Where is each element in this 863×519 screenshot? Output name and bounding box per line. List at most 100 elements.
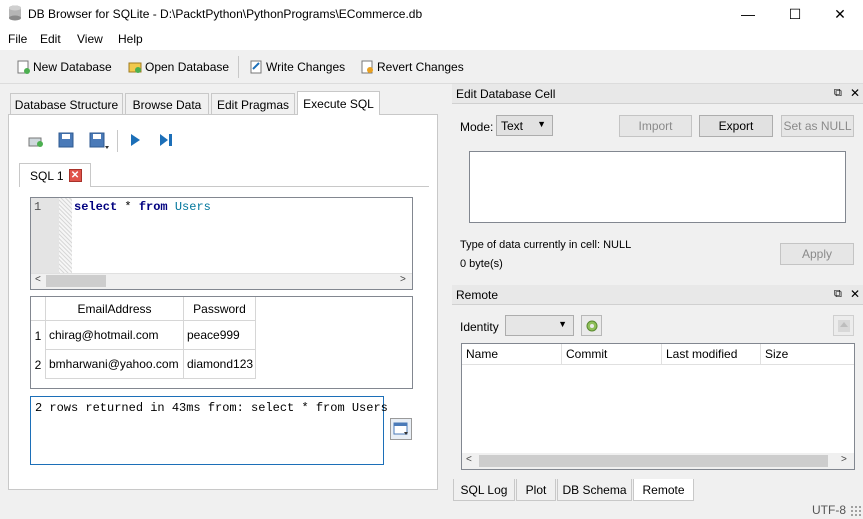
open-database-icon	[128, 60, 142, 74]
save-sql-file-button[interactable]	[88, 131, 110, 151]
sql-keyword-from: from	[138, 200, 168, 214]
revert-changes-button[interactable]: Revert Changes	[360, 58, 464, 76]
sql-editor-tab[interactable]: SQL 1 ✕	[19, 163, 91, 187]
open-tab-icon	[28, 137, 43, 147]
revert-changes-icon	[360, 60, 374, 74]
line-number: 1	[34, 200, 42, 214]
tab-database-structure[interactable]: Database Structure	[10, 93, 123, 115]
open-database-button[interactable]: Open Database	[128, 58, 229, 76]
close-icon: ✕	[834, 5, 846, 22]
column-header-password[interactable]: Password	[184, 297, 256, 321]
close-tab-icon[interactable]: ✕	[68, 169, 82, 182]
minimize-icon: —	[741, 6, 755, 22]
table-cell[interactable]: peace999	[184, 321, 256, 350]
column-header-last-modified[interactable]: Last modified	[662, 344, 761, 365]
gear-icon	[586, 320, 597, 331]
sql-code-line[interactable]: select * from Users	[74, 200, 211, 214]
close-dock-icon[interactable]: ✕	[850, 287, 860, 301]
sql-star: *	[124, 200, 132, 214]
maximize-button[interactable]: ☐	[772, 0, 818, 28]
scroll-right-icon[interactable]: >	[400, 274, 406, 285]
editor-scrollbar-thumb[interactable]	[46, 275, 106, 287]
play-step-icon	[160, 134, 172, 146]
undock-icon[interactable]: ⧉	[834, 288, 842, 301]
column-header-emailaddress[interactable]: EmailAddress	[46, 297, 184, 321]
table-cell[interactable]: diamond123	[184, 350, 256, 379]
sql-toolbar-separator	[117, 130, 118, 152]
new-database-icon	[16, 60, 30, 74]
tab-sql-log[interactable]: SQL Log	[453, 479, 515, 501]
remote-title: Remote	[456, 287, 499, 302]
sql-keyword-select: select	[74, 200, 118, 214]
query-result-message: 2 rows returned in 43ms from: select * f…	[35, 401, 388, 415]
edit-cell-title: Edit Database Cell	[456, 86, 556, 101]
remote-scrollbar-thumb[interactable]	[479, 455, 828, 467]
open-sql-file-button[interactable]	[57, 131, 75, 149]
cell-editor-textarea[interactable]	[469, 151, 846, 223]
encoding-status: UTF-8	[812, 503, 846, 517]
mode-select[interactable]: Text ▼	[496, 115, 553, 136]
fold-margin	[59, 198, 72, 273]
play-icon	[131, 134, 140, 146]
scroll-right-icon[interactable]: >	[841, 454, 847, 465]
export-button[interactable]: Export	[699, 115, 773, 137]
table-cell[interactable]: chirag@hotmail.com	[46, 321, 184, 350]
identity-settings-button[interactable]	[581, 315, 602, 336]
remote-push-button[interactable]	[833, 315, 854, 336]
remote-title-bar: Remote	[452, 285, 863, 305]
chevron-down-icon: ▼	[537, 119, 546, 129]
write-changes-label: Write Changes	[266, 60, 346, 74]
identity-select[interactable]: ▼	[505, 315, 574, 336]
mode-label: Mode:	[460, 120, 494, 134]
tab-browse-data[interactable]: Browse Data	[125, 93, 209, 115]
tab-execute-sql[interactable]: Execute SQL	[297, 91, 380, 115]
open-tab-button[interactable]	[27, 132, 45, 150]
save-results-view-button[interactable]	[390, 418, 412, 440]
upload-icon	[837, 319, 850, 332]
row-header[interactable]: 2	[31, 350, 46, 379]
write-changes-button[interactable]: Write Changes	[249, 58, 345, 76]
database-app-icon	[8, 5, 22, 21]
resize-grip-icon[interactable]	[850, 505, 862, 517]
save-as-icon	[89, 132, 109, 149]
mode-select-value: Text	[501, 118, 524, 133]
tab-plot[interactable]: Plot	[516, 479, 556, 501]
menu-help[interactable]: Help	[118, 32, 143, 46]
window-title: DB Browser for SQLite - D:\PacktPython\P…	[28, 7, 423, 21]
edit-cell-title-bar: Edit Database Cell	[452, 84, 863, 104]
tab-edit-pragmas[interactable]: Edit Pragmas	[211, 93, 295, 115]
tab-remote[interactable]: Remote	[633, 479, 694, 501]
cell-size-info: 0 byte(s)	[460, 258, 503, 270]
column-header-size[interactable]: Size	[761, 344, 854, 365]
chevron-down-icon: ▼	[558, 319, 567, 329]
new-database-button[interactable]: New Database	[16, 58, 112, 76]
scroll-left-icon[interactable]: <	[466, 454, 472, 465]
execute-all-button[interactable]	[128, 133, 142, 147]
menu-file[interactable]: File	[8, 32, 27, 46]
write-changes-icon	[249, 60, 263, 74]
execute-line-button[interactable]	[158, 133, 174, 147]
cell-type-info: Type of data currently in cell: NULL	[460, 239, 632, 251]
tab-db-schema[interactable]: DB Schema	[557, 479, 632, 501]
undock-icon[interactable]: ⧉	[834, 87, 842, 100]
save-disk-icon	[58, 132, 74, 148]
maximize-icon: ☐	[788, 5, 802, 22]
column-header-commit[interactable]: Commit	[562, 344, 662, 365]
menu-edit[interactable]: Edit	[40, 32, 61, 46]
identity-label: Identity	[460, 320, 499, 334]
menu-view[interactable]: View	[77, 32, 103, 46]
new-database-label: New Database	[33, 60, 112, 74]
row-header[interactable]: 1	[31, 321, 46, 350]
apply-button[interactable]: Apply	[780, 243, 854, 265]
grid-corner[interactable]	[31, 297, 46, 321]
import-button[interactable]: Import	[619, 115, 692, 137]
table-cell[interactable]: bmharwani@yahoo.com	[46, 350, 184, 379]
scroll-left-icon[interactable]: <	[35, 274, 41, 285]
revert-changes-label: Revert Changes	[377, 60, 464, 74]
close-window-button[interactable]: ✕	[817, 0, 863, 28]
sql-tab-label: SQL 1	[30, 168, 64, 183]
column-header-name[interactable]: Name	[462, 344, 562, 365]
minimize-button[interactable]: —	[725, 0, 771, 28]
close-dock-icon[interactable]: ✕	[850, 86, 860, 100]
set-as-null-button[interactable]: Set as NULL	[781, 115, 854, 137]
